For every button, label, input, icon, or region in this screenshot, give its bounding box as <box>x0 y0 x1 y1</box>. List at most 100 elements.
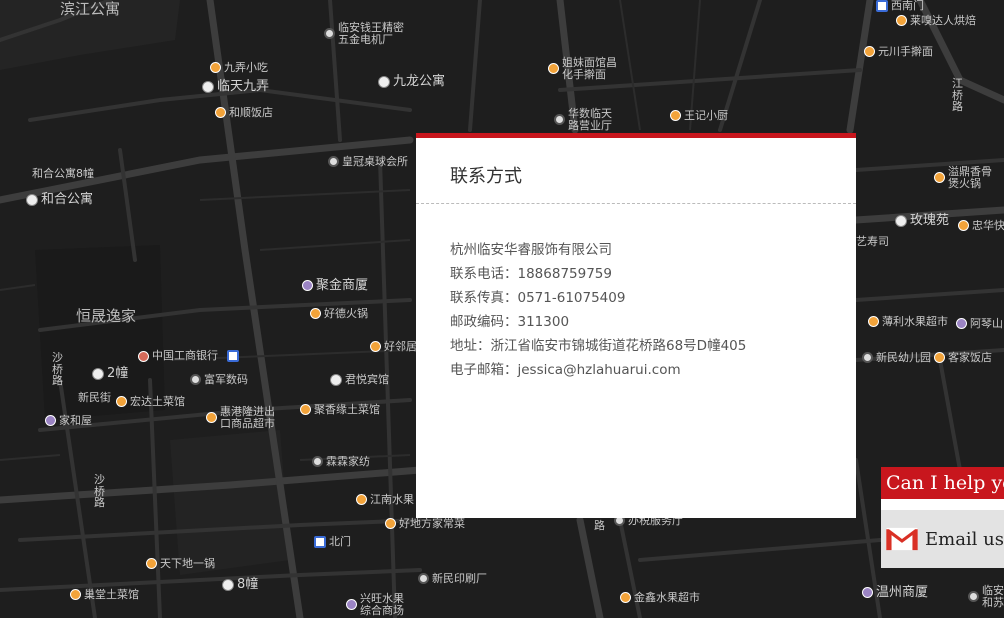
help-widget[interactable]: Can I help you Email us <box>881 467 1004 568</box>
poi-item[interactable]: 天下地一锅 <box>146 558 215 570</box>
poi-item[interactable]: 玫瑰苑 <box>895 214 949 228</box>
poi-item[interactable]: 霖霖家纺 <box>312 456 370 468</box>
food-icon <box>356 494 367 506</box>
poi-item[interactable]: 北门 <box>314 536 351 548</box>
poi-item[interactable]: 新民幼儿园 <box>862 352 931 364</box>
poi-item[interactable]: 艺寿司 <box>856 236 889 248</box>
poi-dot-icon <box>968 591 979 603</box>
shop-icon <box>862 587 873 599</box>
fax-line: 联系传真：0571-61075409 <box>450 290 626 306</box>
bus-stop-icon <box>876 0 888 12</box>
poi-item[interactable]: 九龙公寓 <box>378 75 445 89</box>
poi-item[interactable]: 临天九弄 <box>202 80 269 94</box>
help-widget-spacer <box>881 499 1004 510</box>
help-widget-header[interactable]: Can I help you <box>881 467 1004 499</box>
building-icon <box>92 367 104 380</box>
road-label: 沙桥路 <box>52 351 63 388</box>
poi-item[interactable]: 聚金商厦 <box>302 279 368 293</box>
food-icon <box>934 172 945 184</box>
poi-item[interactable]: 王记小厨 <box>670 110 728 122</box>
poi-item[interactable]: 聚香缘土菜馆 <box>300 404 380 416</box>
poi-item[interactable]: 溢鼎香骨 煲火锅 <box>934 166 992 189</box>
dialog-divider <box>416 203 856 204</box>
poi-item[interactable]: 和合公寓 <box>26 193 93 207</box>
email-us-button[interactable]: Email us <box>881 510 1004 568</box>
poi-item[interactable]: 温州商厦 <box>862 586 928 600</box>
food-icon <box>896 15 907 27</box>
poi-item[interactable]: 临安钱王精密 五金电机厂 <box>324 22 404 45</box>
building-icon <box>330 374 342 386</box>
poi-dot-icon <box>328 156 339 168</box>
poi-item[interactable]: 金鑫水果超市 <box>620 592 700 604</box>
poi-item[interactable]: 华数临天 路营业厅 <box>554 108 612 131</box>
building-icon <box>895 214 907 227</box>
poi-dot-icon <box>862 352 873 364</box>
building-icon <box>222 578 234 591</box>
poi-item[interactable]: 君悦宾馆 <box>330 374 389 386</box>
dialog-title: 联系方式 <box>450 166 522 187</box>
poi-district[interactable]: 滨江公寓 <box>60 1 120 18</box>
poi-item[interactable]: 薄利水果超市 <box>868 316 948 328</box>
poi-item[interactable]: 江南水果 <box>356 494 414 506</box>
poi-item[interactable]: 忠华快 <box>958 220 1004 232</box>
shop-icon <box>45 415 56 427</box>
poi-item[interactable]: 巢堂土菜馆 <box>70 589 139 601</box>
shop-icon <box>956 318 967 330</box>
poi-item[interactable]: 莱嗅达人烘焙 <box>896 15 976 27</box>
postcode-line: 邮政编码：311300 <box>450 314 570 330</box>
poi-item[interactable]: 家和屋 <box>45 415 92 427</box>
poi-item[interactable]: 临安 和苏 <box>968 585 1004 608</box>
food-icon <box>210 62 221 74</box>
poi-item[interactable]: 8幢 <box>222 578 258 592</box>
food-icon <box>370 341 381 353</box>
contact-info: 杭州临安华睿服饰有限公司 联系电话：18868759759 联系传真：0571-… <box>450 238 746 382</box>
poi-dot-icon <box>190 374 201 386</box>
shop-icon <box>302 280 313 292</box>
poi-item[interactable]: 元川手擀面 <box>864 46 933 58</box>
bus-stop-icon <box>314 536 326 548</box>
food-icon <box>670 110 681 122</box>
poi-item[interactable]: 阿琴山 <box>956 318 1003 330</box>
road-label: 江桥路 <box>952 77 963 114</box>
address-line: 地址：浙江省临安市锦城街道花桥路68号D幢405 <box>450 338 747 354</box>
phone-line: 联系电话：18868759759 <box>450 266 612 282</box>
poi-item[interactable]: 好德火锅 <box>310 308 368 320</box>
food-icon <box>116 396 127 408</box>
poi-item[interactable]: 和合公寓8幢 <box>32 168 94 180</box>
email-us-label: Email us <box>924 528 1004 550</box>
poi-item[interactable]: 好邻居 <box>370 341 417 353</box>
poi-item[interactable]: 宏达土菜馆 <box>116 396 185 408</box>
poi-item[interactable]: 九弄小吃 <box>210 62 268 74</box>
email-line[interactable]: 电子邮箱：jessica@hzlahuarui.com <box>450 358 746 382</box>
poi-item[interactable]: 皇冠桌球会所 <box>328 156 408 168</box>
poi-item[interactable]: 好地方家常菜 <box>385 518 465 530</box>
poi-dot-icon <box>312 456 323 468</box>
company-name: 杭州临安华睿服饰有限公司 <box>450 242 612 258</box>
poi-item[interactable]: 2幢 <box>92 367 128 381</box>
food-icon <box>868 316 879 328</box>
bank-icon <box>138 350 149 362</box>
food-icon <box>958 220 969 232</box>
poi-district[interactable]: 恒晟逸家 <box>76 308 136 325</box>
road-label: 路 <box>594 519 605 532</box>
poi-item[interactable]: 客家饭店 <box>934 352 992 364</box>
food-icon <box>934 352 945 364</box>
shop-icon <box>346 599 357 611</box>
poi-item[interactable]: 新民印刷厂 <box>418 573 487 585</box>
poi-item[interactable]: 富军数码 <box>190 374 248 386</box>
food-icon <box>548 63 559 75</box>
poi-item[interactable]: 中国工商银行 <box>138 350 239 362</box>
poi-item[interactable]: 和顺饭店 <box>215 107 273 119</box>
poi-item[interactable]: 惠港隆进出 口商品超市 <box>206 406 275 429</box>
poi-item[interactable]: 兴旺水果 综合商场 <box>346 593 404 616</box>
food-icon <box>146 558 157 570</box>
building-icon <box>378 75 390 88</box>
contact-dialog: 联系方式 杭州临安华睿服饰有限公司 联系电话：18868759759 联系传真：… <box>416 133 856 518</box>
food-icon <box>206 412 217 424</box>
food-icon <box>70 589 81 601</box>
food-icon <box>620 592 631 604</box>
road-label: 沙桥路 <box>94 473 105 510</box>
food-icon <box>215 107 226 119</box>
poi-item[interactable]: 姐妹面馆昌 化手擀面 <box>548 57 617 80</box>
poi-item[interactable]: 西南门 <box>876 0 924 12</box>
